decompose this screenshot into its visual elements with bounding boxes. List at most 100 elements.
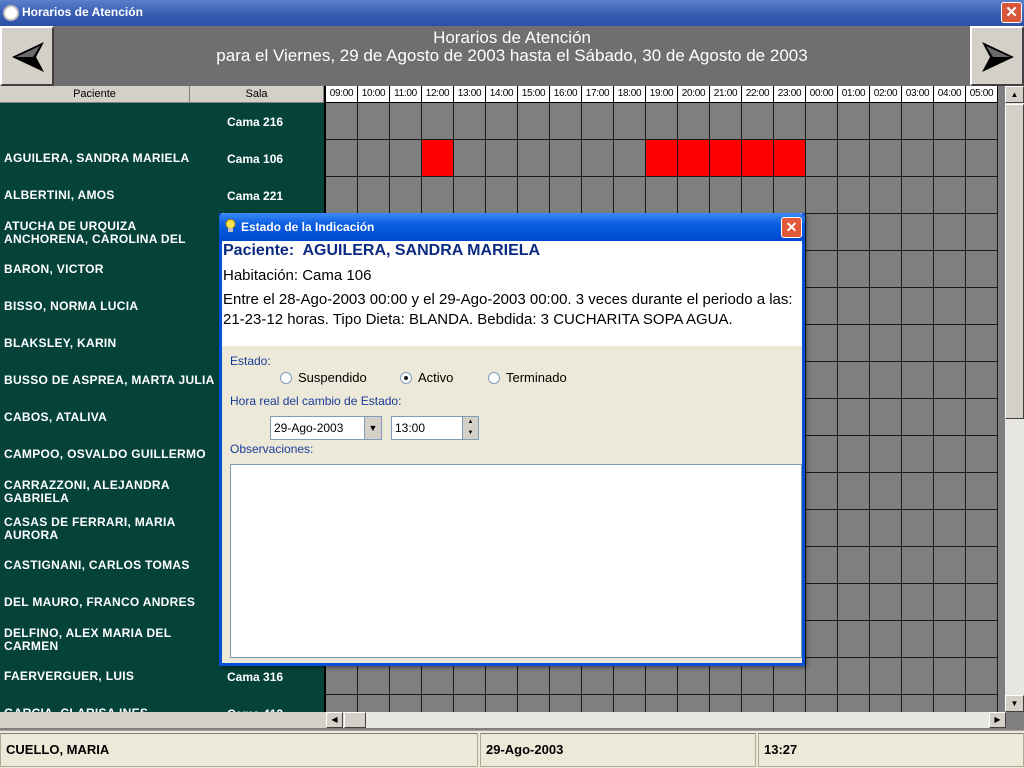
scheduled-slot[interactable]: [646, 140, 677, 176]
column-header-paciente[interactable]: Paciente: [0, 86, 190, 103]
patient-column-headers: Paciente Sala: [0, 86, 324, 103]
hour-header-cell: 04:00: [934, 86, 966, 102]
patient-sala: Cama 221: [227, 188, 284, 203]
patient-name: DEL MAURO, FRANCO ANDRES: [4, 595, 196, 609]
patient-row[interactable]: ALBERTINI, AMOS Cama 221: [0, 177, 324, 214]
hour-header-cell: 18:00: [614, 86, 646, 102]
dialog-room: Habitación: Cama 106: [223, 267, 372, 284]
scheduled-slot[interactable]: [422, 140, 453, 176]
radio-indicator[interactable]: [280, 371, 292, 384]
scroll-down-icon[interactable]: ▼: [1005, 695, 1024, 712]
status-time: 13:27: [758, 733, 1024, 767]
hour-header-cell: 19:00: [646, 86, 678, 102]
patient-name: [4, 103, 222, 140]
hora-label: Hora real del cambio de Estado:: [230, 394, 402, 408]
patient-row[interactable]: Cama 216: [0, 103, 324, 140]
schedule-header: Horarios de Atención para el Viernes, 29…: [0, 26, 1024, 86]
app-window: Horarios de Atención ✕ Horarios de Atenc…: [0, 0, 1024, 768]
radio-suspendido[interactable]: Suspendido: [280, 370, 367, 385]
observaciones-textarea[interactable]: [230, 464, 802, 658]
scheduled-slot[interactable]: [678, 140, 709, 176]
hour-header-cell: 03:00: [902, 86, 934, 102]
patient-name: BISSO, NORMA LUCIA: [4, 299, 139, 313]
patient-sala: Cama 216: [227, 114, 284, 129]
patient-name: DELFINO, ALEX MARIA DEL CARMEN: [4, 625, 172, 653]
time-spinner[interactable]: 13:00 ▲ ▼: [391, 416, 479, 440]
close-button[interactable]: ✕: [1001, 2, 1022, 23]
estado-label: Estado:: [230, 354, 271, 368]
dialog-patient: Paciente: AGUILERA, SANDRA MARIELA: [223, 242, 540, 260]
hour-header-cell: 01:00: [838, 86, 870, 102]
arrow-right-icon: [982, 42, 1014, 72]
patient-name: CASAS DE FERRARI, MARIA AURORA: [4, 514, 176, 542]
chevron-down-icon[interactable]: ▼: [364, 417, 381, 439]
lightbulb-icon: [225, 219, 236, 232]
scheduled-slot[interactable]: [710, 140, 741, 176]
radio-label: Suspendido: [298, 370, 367, 385]
vertical-scroll-thumb[interactable]: [1005, 104, 1024, 419]
radio-activo[interactable]: Activo: [400, 370, 453, 385]
radio-terminado[interactable]: Terminado: [488, 370, 567, 385]
scroll-right-icon[interactable]: ▶: [989, 712, 1006, 728]
indication-info: Paciente: AGUILERA, SANDRA MARIELA Habit…: [222, 241, 802, 346]
patient-name: BLAKSLEY, KARIN: [4, 336, 117, 350]
scheduled-slot[interactable]: [774, 140, 805, 176]
patient-name: CAMPOO, OSVALDO GUILLERMO: [4, 447, 206, 461]
radio-label: Activo: [418, 370, 454, 385]
time-value: 13:00: [395, 421, 426, 435]
scroll-spacer: [0, 712, 326, 728]
hour-header-cell: 09:00: [326, 86, 358, 102]
patient-row[interactable]: AGUILERA, SANDRA MARIELA Cama 106: [0, 140, 324, 177]
patient-name: ALBERTINI, AMOS: [4, 188, 115, 202]
hour-header-cell: 21:00: [710, 86, 742, 102]
scheduled-slot[interactable]: [742, 140, 773, 176]
hour-header-cell: 22:00: [742, 86, 774, 102]
clock-icon: [3, 5, 19, 21]
status-date: 29-Ago-2003: [480, 733, 756, 767]
patient-name: ATUCHA DE URQUIZA ANCHORENA, CAROLINA DE…: [4, 218, 186, 246]
date-dropdown[interactable]: 29-Ago-2003 ▼: [270, 416, 382, 440]
hour-header: 09:00 10:00 11:00 12:00 13:00 14:00 15:00 16:00…: [326, 86, 998, 103]
hour-header-cell: 13:00: [454, 86, 486, 102]
hour-header-cell: 23:00: [774, 86, 806, 102]
patient-sala: Cama 412: [227, 695, 322, 713]
patient-name: GARCIA, CLARISA INES: [4, 695, 222, 713]
hour-header-cell: 20:00: [678, 86, 710, 102]
dialog-title-bar: Estado de la Indicación ✕: [219, 213, 805, 241]
dialog-close-button[interactable]: ✕: [781, 217, 802, 238]
hour-header-cell: 14:00: [486, 86, 518, 102]
hour-header-cell: 12:00: [422, 86, 454, 102]
patient-sala: Cama 106: [227, 151, 284, 166]
title-bar: Horarios de Atención ✕: [0, 0, 1024, 26]
scroll-left-icon[interactable]: ◀: [326, 712, 343, 728]
patient-name: FAERVERGUER, LUIS: [4, 669, 135, 683]
patient-name: BARON, VICTOR: [4, 262, 104, 276]
estado-dialog: Estado de la Indicación ✕ Paciente: AGUI…: [219, 213, 805, 666]
spin-down-icon[interactable]: ▼: [462, 428, 478, 439]
hour-header-cell: 00:00: [806, 86, 838, 102]
hour-header-cell: 10:00: [358, 86, 390, 102]
next-period-button[interactable]: [970, 26, 1024, 86]
vertical-scrollbar[interactable]: ▲ ▼: [1005, 86, 1024, 712]
previous-period-button[interactable]: [0, 26, 54, 86]
status-user: CUELLO, MARIA: [0, 733, 478, 767]
hour-header-cell: 11:00: [390, 86, 422, 102]
scroll-up-icon[interactable]: ▲: [1005, 86, 1024, 103]
arrow-left-icon: [12, 42, 44, 72]
dialog-description: Entre el 28-Ago-2003 00:00 y el 29-Ago-2…: [223, 291, 793, 328]
patient-name: CARRAZZONI, ALEJANDRA GABRIELA: [4, 477, 170, 505]
hour-header-cell: 16:00: [550, 86, 582, 102]
radio-indicator[interactable]: [488, 371, 500, 384]
horizontal-scrollbar[interactable]: ◀ ▶: [326, 712, 1006, 728]
horizontal-scroll-thumb[interactable]: [344, 712, 366, 728]
date-value: 29-Ago-2003: [274, 421, 344, 435]
status-bar: CUELLO, MARIA 29-Ago-2003 13:27: [0, 730, 1024, 768]
radio-indicator-selected[interactable]: [400, 371, 412, 384]
column-header-sala[interactable]: Sala: [190, 86, 324, 103]
patient-row[interactable]: GARCIA, CLARISA INES Cama 412: [0, 695, 324, 713]
dialog-title: Estado de la Indicación: [241, 220, 375, 234]
spin-up-icon[interactable]: ▲: [462, 417, 478, 428]
radio-label: Terminado: [506, 370, 567, 385]
window-title: Horarios de Atención: [22, 5, 143, 19]
hour-header-cell: 17:00: [582, 86, 614, 102]
